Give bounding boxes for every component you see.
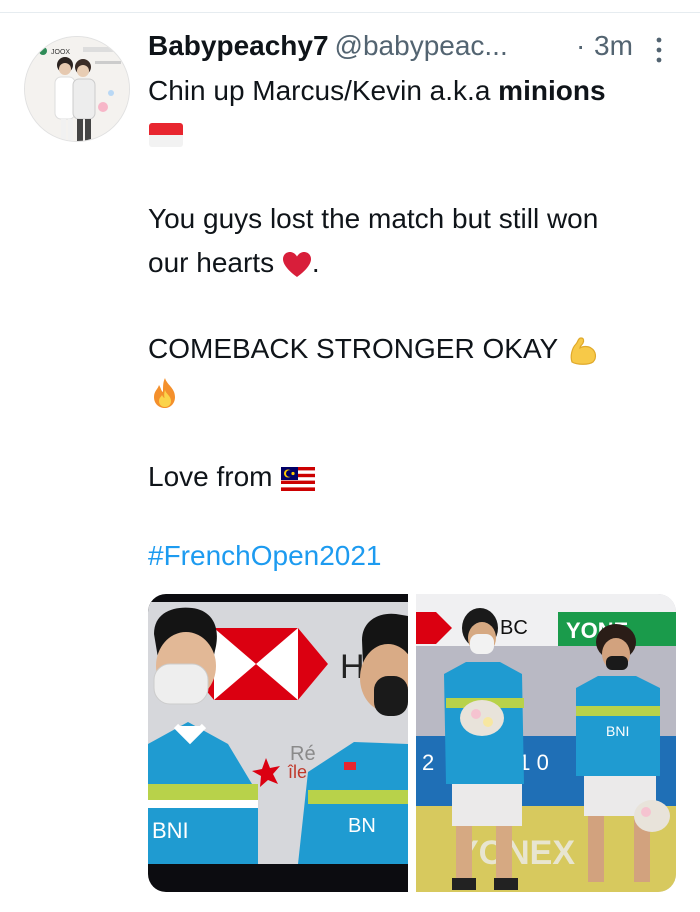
left-shirt-text: BNI (152, 818, 189, 843)
photo-right[interactable]: BC YONE 2 31 0 YONEX BNI (416, 594, 676, 892)
tweet-line-4: COMEBACK STRONGER OKAY (148, 330, 600, 368)
timestamp[interactable]: 3m (594, 30, 633, 62)
left-banner-text-2: île (287, 762, 307, 782)
display-name[interactable]: Babypeachy7 (148, 30, 329, 61)
malaysia-flag-icon (281, 466, 316, 491)
right-banner-text: BC (500, 617, 528, 639)
hashtag-link[interactable]: #FrenchOpen2021 (148, 540, 382, 572)
tweet-line-2: You guys lost the match but still won (148, 203, 599, 234)
user-handle[interactable]: @babypeac... (335, 30, 508, 61)
flexed-biceps-icon (570, 337, 596, 365)
media-attachment[interactable]: H Ré île BNI BN BC YONE 2 31 0 YONEX BNI (148, 594, 676, 892)
tweet-fire-line (148, 372, 182, 410)
avatar[interactable]: JOOX (24, 36, 130, 142)
left-shirt-text-2: BN (348, 815, 376, 837)
more-options-icon[interactable] (652, 34, 666, 66)
photo-left[interactable]: H Ré île BNI BN (148, 594, 408, 892)
separator-dot: · (576, 30, 586, 61)
photo-right-image: BC YONE 2 31 0 YONEX BNI (416, 594, 676, 892)
tweet-line-1: Chin up Marcus/Kevin a.k.a minions (148, 72, 606, 110)
tweet-line-3: our hearts . (148, 244, 320, 282)
right-shirt-text: BNI (606, 723, 629, 739)
tweet-flag-line (148, 114, 184, 152)
tweet-line-5: Love from (148, 458, 316, 496)
fire-icon (154, 377, 175, 408)
tweet-line-3-text: our hearts (148, 247, 275, 278)
right-score-1: 2 (422, 750, 434, 775)
avatar-image: JOOX (25, 37, 129, 141)
right-floor-text: YONEX (456, 834, 575, 872)
indonesia-flag-icon (149, 122, 183, 147)
svg-text:JOOX: JOOX (51, 49, 70, 56)
tweet-line-1-bold: minions (498, 75, 606, 106)
red-heart-icon (282, 251, 311, 277)
tweet-line-3-suffix: . (311, 247, 320, 278)
tweet-line-4-text: COMEBACK STRONGER OKAY (148, 333, 558, 364)
top-divider (0, 12, 700, 13)
tweet-header: Babypeachy7 @babypeac... · 3m (148, 30, 688, 70)
photo-left-image: H Ré île BNI BN (148, 594, 408, 892)
tweet-line-5-text: Love from (148, 461, 273, 492)
tweet-line-1-text: Chin up Marcus/Kevin a.k.a (148, 75, 499, 106)
